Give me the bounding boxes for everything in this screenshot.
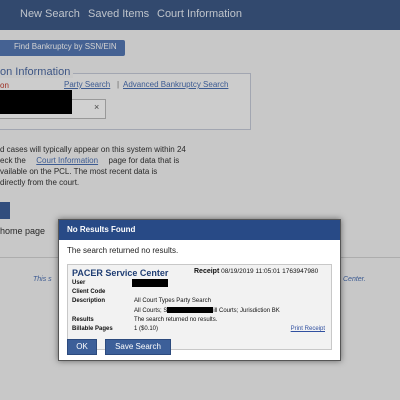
- receipt-center-title: PACER Service Center: [72, 268, 169, 278]
- billable-pages-label: Billable Pages: [72, 326, 113, 332]
- no-results-dialog: No Results Found The search returned no …: [58, 219, 341, 361]
- ok-button[interactable]: OK: [67, 339, 97, 355]
- client-code-label: Client Code: [72, 289, 106, 295]
- dialog-title: No Results Found: [67, 225, 136, 234]
- description-line-2-end: ill Courts; Jurisdiction BK: [213, 308, 280, 314]
- description-redaction: [167, 307, 214, 313]
- receipt-header: Receipt 08/19/2019 11:05:01 1763947980: [194, 268, 318, 275]
- dialog-header: No Results Found: [59, 220, 340, 240]
- description-value: All Court Types Party Search: [134, 298, 211, 304]
- results-value: The search returned no results.: [134, 317, 218, 323]
- user-label: User: [72, 280, 86, 286]
- description-line-2-start: All Courts; S: [134, 308, 168, 314]
- user-redaction: [132, 279, 168, 287]
- pacer-receipt: PACER Service Center Receipt 08/19/2019 …: [67, 264, 332, 350]
- receipt-number: 1763947980: [282, 268, 319, 275]
- description-line-2: All Courts; S ill Courts; Jurisdiction BK: [134, 307, 280, 314]
- save-search-button[interactable]: Save Search: [105, 339, 171, 355]
- print-receipt-link[interactable]: Print Receipt: [291, 326, 325, 332]
- dialog-message: The search returned no results.: [67, 246, 179, 255]
- billable-pages-value: 1 ($0.10): [134, 326, 159, 332]
- receipt-label: Receipt: [194, 268, 220, 275]
- receipt-datetime: 08/19/2019 11:05:01: [221, 268, 281, 275]
- description-label: Description: [72, 298, 106, 304]
- results-label: Results: [72, 317, 94, 323]
